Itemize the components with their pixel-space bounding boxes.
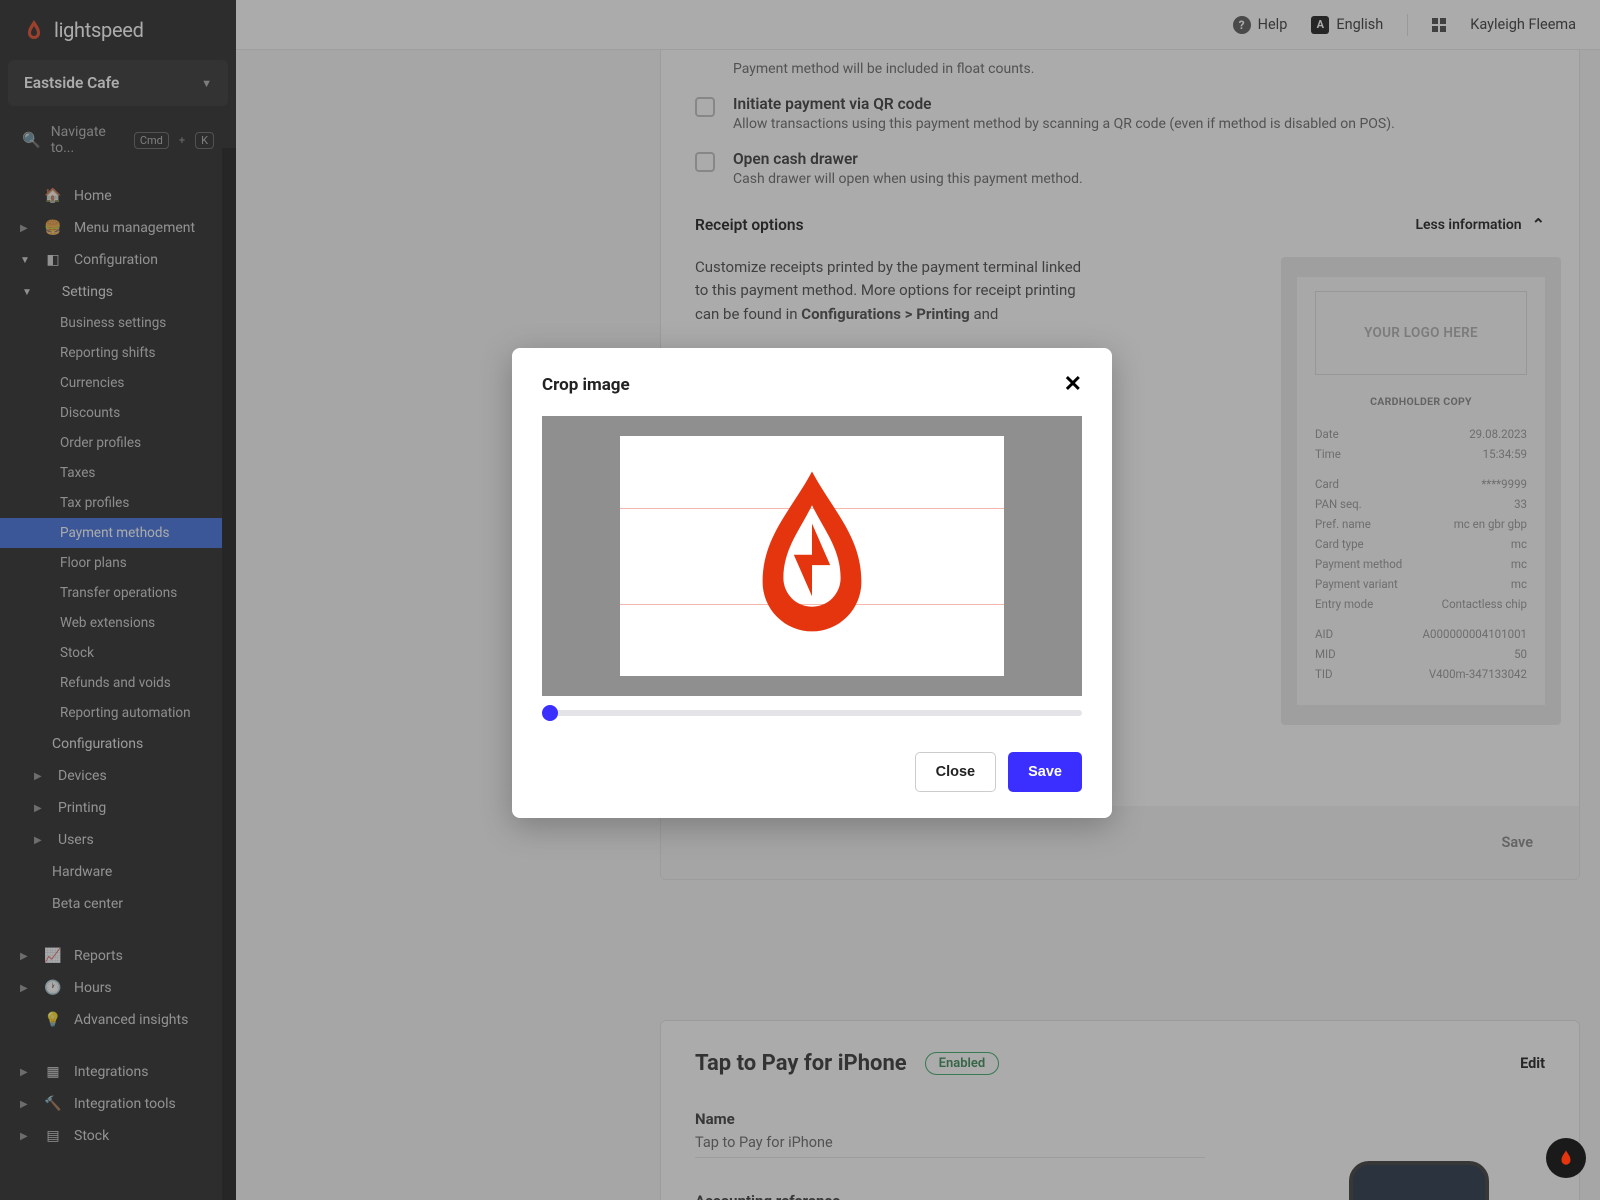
save-button[interactable]: Save [1008, 752, 1082, 792]
flame-logo-preview [747, 471, 877, 641]
zoom-slider-thumb[interactable] [542, 705, 558, 721]
help-fab[interactable] [1546, 1138, 1586, 1178]
crop-canvas[interactable] [542, 416, 1082, 696]
close-icon[interactable]: ✕ [1064, 374, 1082, 396]
zoom-slider[interactable] [542, 710, 1082, 716]
crop-image-preview [620, 436, 1004, 676]
crop-image-modal: Crop image ✕ Close Save [512, 348, 1112, 818]
flame-icon [1557, 1149, 1575, 1167]
modal-title: Crop image [542, 375, 630, 395]
close-button[interactable]: Close [915, 752, 997, 792]
